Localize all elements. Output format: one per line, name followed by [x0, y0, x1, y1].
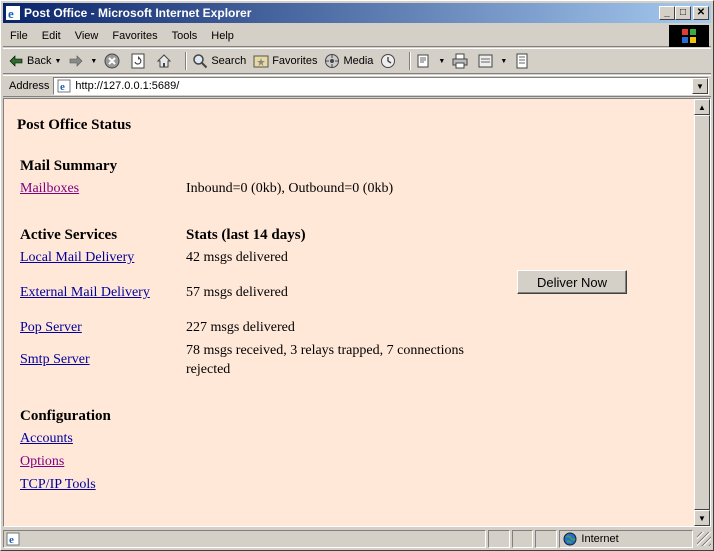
content-area: Post Office Status Mail Summary Mailboxe… — [3, 98, 711, 527]
back-label: Back — [27, 55, 52, 67]
page-done-icon: e — [6, 532, 20, 546]
history-icon — [379, 52, 397, 70]
browser-window: e Post Office - Microsoft Internet Explo… — [0, 0, 714, 551]
mail-summary-heading: Mail Summary — [20, 158, 118, 174]
deliver-now-button[interactable]: Deliver Now — [517, 270, 627, 294]
tcp-ip-tools-link[interactable]: TCP/IP Tools — [20, 477, 96, 493]
menu-tools[interactable]: Tools — [165, 30, 205, 42]
status-pane — [511, 530, 534, 548]
svg-text:e: e — [60, 81, 65, 93]
stats-heading: Stats (last 14 days) — [186, 227, 306, 243]
favorites-button[interactable]: Favorites — [252, 52, 317, 70]
status-pane — [535, 530, 558, 548]
favorites-label: Favorites — [272, 55, 318, 67]
internet-explorer-icon: e — [5, 5, 21, 21]
search-button[interactable]: Search — [191, 52, 246, 70]
options-link[interactable]: Options — [20, 454, 64, 470]
forward-arrow-icon — [67, 52, 85, 70]
page-icon: e — [56, 78, 72, 94]
menu-help[interactable]: Help — [204, 30, 241, 42]
vertical-scrollbar[interactable]: ▲ ▼ — [694, 99, 710, 526]
post-office-page: Post Office Status Mail Summary Mailboxe… — [4, 99, 694, 526]
document-icon — [513, 52, 531, 70]
maximize-button[interactable]: □ — [675, 6, 691, 20]
scroll-up-button[interactable]: ▲ — [694, 99, 710, 115]
chevron-down-icon[interactable]: ▼ — [54, 58, 61, 65]
status-pane — [487, 530, 510, 548]
close-button[interactable]: ✕ — [693, 6, 709, 20]
local-mail-delivery-stat: 42 msgs delivered — [186, 250, 288, 265]
minimize-button[interactable]: _ — [659, 6, 675, 20]
local-mail-delivery-link[interactable]: Local Mail Delivery — [20, 250, 134, 266]
svg-text:e: e — [9, 534, 14, 546]
back-arrow-icon — [7, 52, 25, 70]
print-button[interactable] — [451, 52, 471, 70]
chevron-down-icon[interactable]: ▼ — [500, 58, 507, 65]
refresh-button[interactable] — [129, 52, 149, 70]
toolbar-separator — [185, 52, 188, 70]
search-label: Search — [211, 55, 247, 67]
mailboxes-link[interactable]: Mailboxes — [20, 181, 79, 197]
menu-view[interactable]: View — [68, 30, 106, 42]
forward-button[interactable]: ▼ — [67, 52, 97, 70]
address-input[interactable]: e http://127.0.0.1:5689/ ▼ — [53, 77, 709, 95]
edit-button[interactable]: ▼ — [477, 52, 507, 70]
home-icon — [155, 52, 173, 70]
status-text-pane: e — [3, 530, 486, 548]
svg-text:e: e — [8, 6, 14, 20]
favorites-star-icon — [252, 52, 270, 70]
address-dropdown-button[interactable]: ▼ — [692, 78, 708, 94]
pop-server-link[interactable]: Pop Server — [20, 320, 82, 336]
menu-favorites[interactable]: Favorites — [105, 30, 164, 42]
accounts-link[interactable]: Accounts — [20, 431, 73, 447]
refresh-icon — [129, 52, 147, 70]
resize-grip[interactable] — [697, 532, 711, 546]
discuss-button[interactable] — [513, 52, 533, 70]
chevron-down-icon[interactable]: ▼ — [90, 58, 97, 65]
zone-label: Internet — [581, 533, 619, 545]
security-zone-pane: Internet — [559, 530, 694, 548]
windows-logo-icon — [669, 25, 709, 47]
media-button[interactable]: Media — [323, 52, 373, 70]
history-button[interactable] — [379, 52, 399, 70]
scroll-down-button[interactable]: ▼ — [694, 510, 710, 526]
address-url: http://127.0.0.1:5689/ — [75, 80, 180, 92]
address-label: Address — [9, 80, 50, 92]
title-bar: e Post Office - Microsoft Internet Explo… — [3, 3, 711, 23]
menu-edit[interactable]: Edit — [35, 30, 68, 42]
external-mail-delivery-link[interactable]: External Mail Delivery — [20, 285, 150, 301]
stop-button[interactable] — [103, 52, 123, 70]
toolbar-separator — [409, 52, 412, 70]
mail-icon — [415, 52, 433, 70]
search-icon — [191, 52, 209, 70]
active-services-heading: Active Services — [20, 227, 118, 243]
standard-toolbar: Back ▼ ▼ Search Favorites Media ▼ ▼ — [3, 48, 711, 74]
back-button[interactable]: Back ▼ — [7, 52, 61, 70]
smtp-server-stat-line1: 78 msgs received, 3 relays trapped, 7 co… — [186, 343, 464, 358]
external-mail-delivery-stat: 57 msgs delivered — [186, 285, 288, 300]
stop-icon — [103, 52, 121, 70]
media-icon — [323, 52, 341, 70]
smtp-server-stat-line2: rejected — [186, 362, 231, 377]
address-bar: Address e http://127.0.0.1:5689/ ▼ — [3, 75, 711, 97]
window-title: Post Office - Microsoft Internet Explore… — [24, 6, 252, 20]
status-bar: e Internet — [3, 529, 711, 549]
printer-icon — [451, 52, 469, 70]
chevron-down-icon[interactable]: ▼ — [438, 58, 445, 65]
mail-summary-value: Inbound=0 (0kb), Outbound=0 (0kb) — [186, 181, 394, 196]
page-title: Post Office Status — [17, 117, 132, 133]
configuration-heading: Configuration — [20, 408, 111, 424]
mail-button[interactable]: ▼ — [415, 52, 445, 70]
menu-bar: File Edit View Favorites Tools Help — [3, 25, 711, 47]
pop-server-stat: 227 msgs delivered — [186, 320, 295, 335]
menu-file[interactable]: File — [3, 30, 35, 42]
media-label: Media — [343, 55, 374, 67]
scroll-thumb[interactable] — [694, 115, 710, 510]
globe-icon — [563, 532, 577, 546]
home-button[interactable] — [155, 52, 175, 70]
smtp-server-link[interactable]: Smtp Server — [20, 352, 90, 368]
edit-icon — [477, 52, 495, 70]
